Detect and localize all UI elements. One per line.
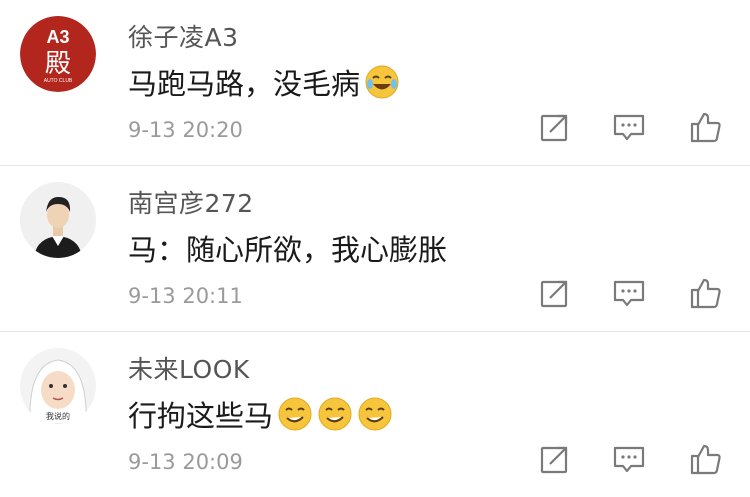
avatar[interactable]	[20, 182, 96, 258]
comment-text: 马：随心所欲，我心膨胀	[128, 227, 447, 269]
smirk-emoji	[357, 396, 393, 432]
thumbs-up-icon[interactable]	[689, 110, 723, 144]
thumbs-up-icon[interactable]	[689, 276, 723, 310]
comment-icon[interactable]	[612, 110, 646, 144]
share-icon[interactable]	[538, 110, 572, 144]
avatar-caption: 我说的	[46, 411, 70, 421]
avatar[interactable]: A3 殿 AUTO CLUB	[20, 16, 96, 92]
username[interactable]: 徐子凌A3	[128, 18, 239, 54]
share-icon[interactable]	[538, 276, 572, 310]
comment-item: 我说的 未来LOOK 行拘这些马 9-13 20:09	[0, 331, 750, 497]
logo-glyph: 殿	[45, 49, 71, 79]
smirk-emoji	[317, 396, 353, 432]
logo-sub: AUTO CLUB	[44, 78, 73, 84]
comment-icon[interactable]	[612, 276, 646, 310]
thumbs-up-icon[interactable]	[689, 442, 723, 476]
comment-body: 行拘这些马	[128, 399, 274, 433]
comment-text: 行拘这些马	[128, 393, 393, 435]
comment-actions	[0, 442, 750, 482]
comment-actions	[0, 110, 750, 150]
comment-body: 马跑马路，没毛病	[128, 67, 361, 101]
laugh-cry-emoji	[364, 64, 400, 100]
logo-text: A3	[46, 27, 69, 47]
smirk-emoji	[277, 396, 313, 432]
comment-actions	[0, 276, 750, 316]
comment-icon[interactable]	[612, 442, 646, 476]
username[interactable]: 南宫彦272	[128, 184, 254, 220]
avatar[interactable]: 我说的	[20, 348, 96, 424]
comment-body: 马：随心所欲，我心膨胀	[128, 233, 448, 267]
username[interactable]: 未来LOOK	[128, 350, 250, 386]
comment-item: 南宫彦272 马：随心所欲，我心膨胀 9-13 20:11	[0, 165, 750, 331]
comment-text: 马跑马路，没毛病	[128, 61, 400, 103]
comment-item: A3 殿 AUTO CLUB 徐子凌A3 马跑马路，没毛病 9-13 20:20	[0, 0, 750, 165]
share-icon[interactable]	[538, 442, 572, 476]
